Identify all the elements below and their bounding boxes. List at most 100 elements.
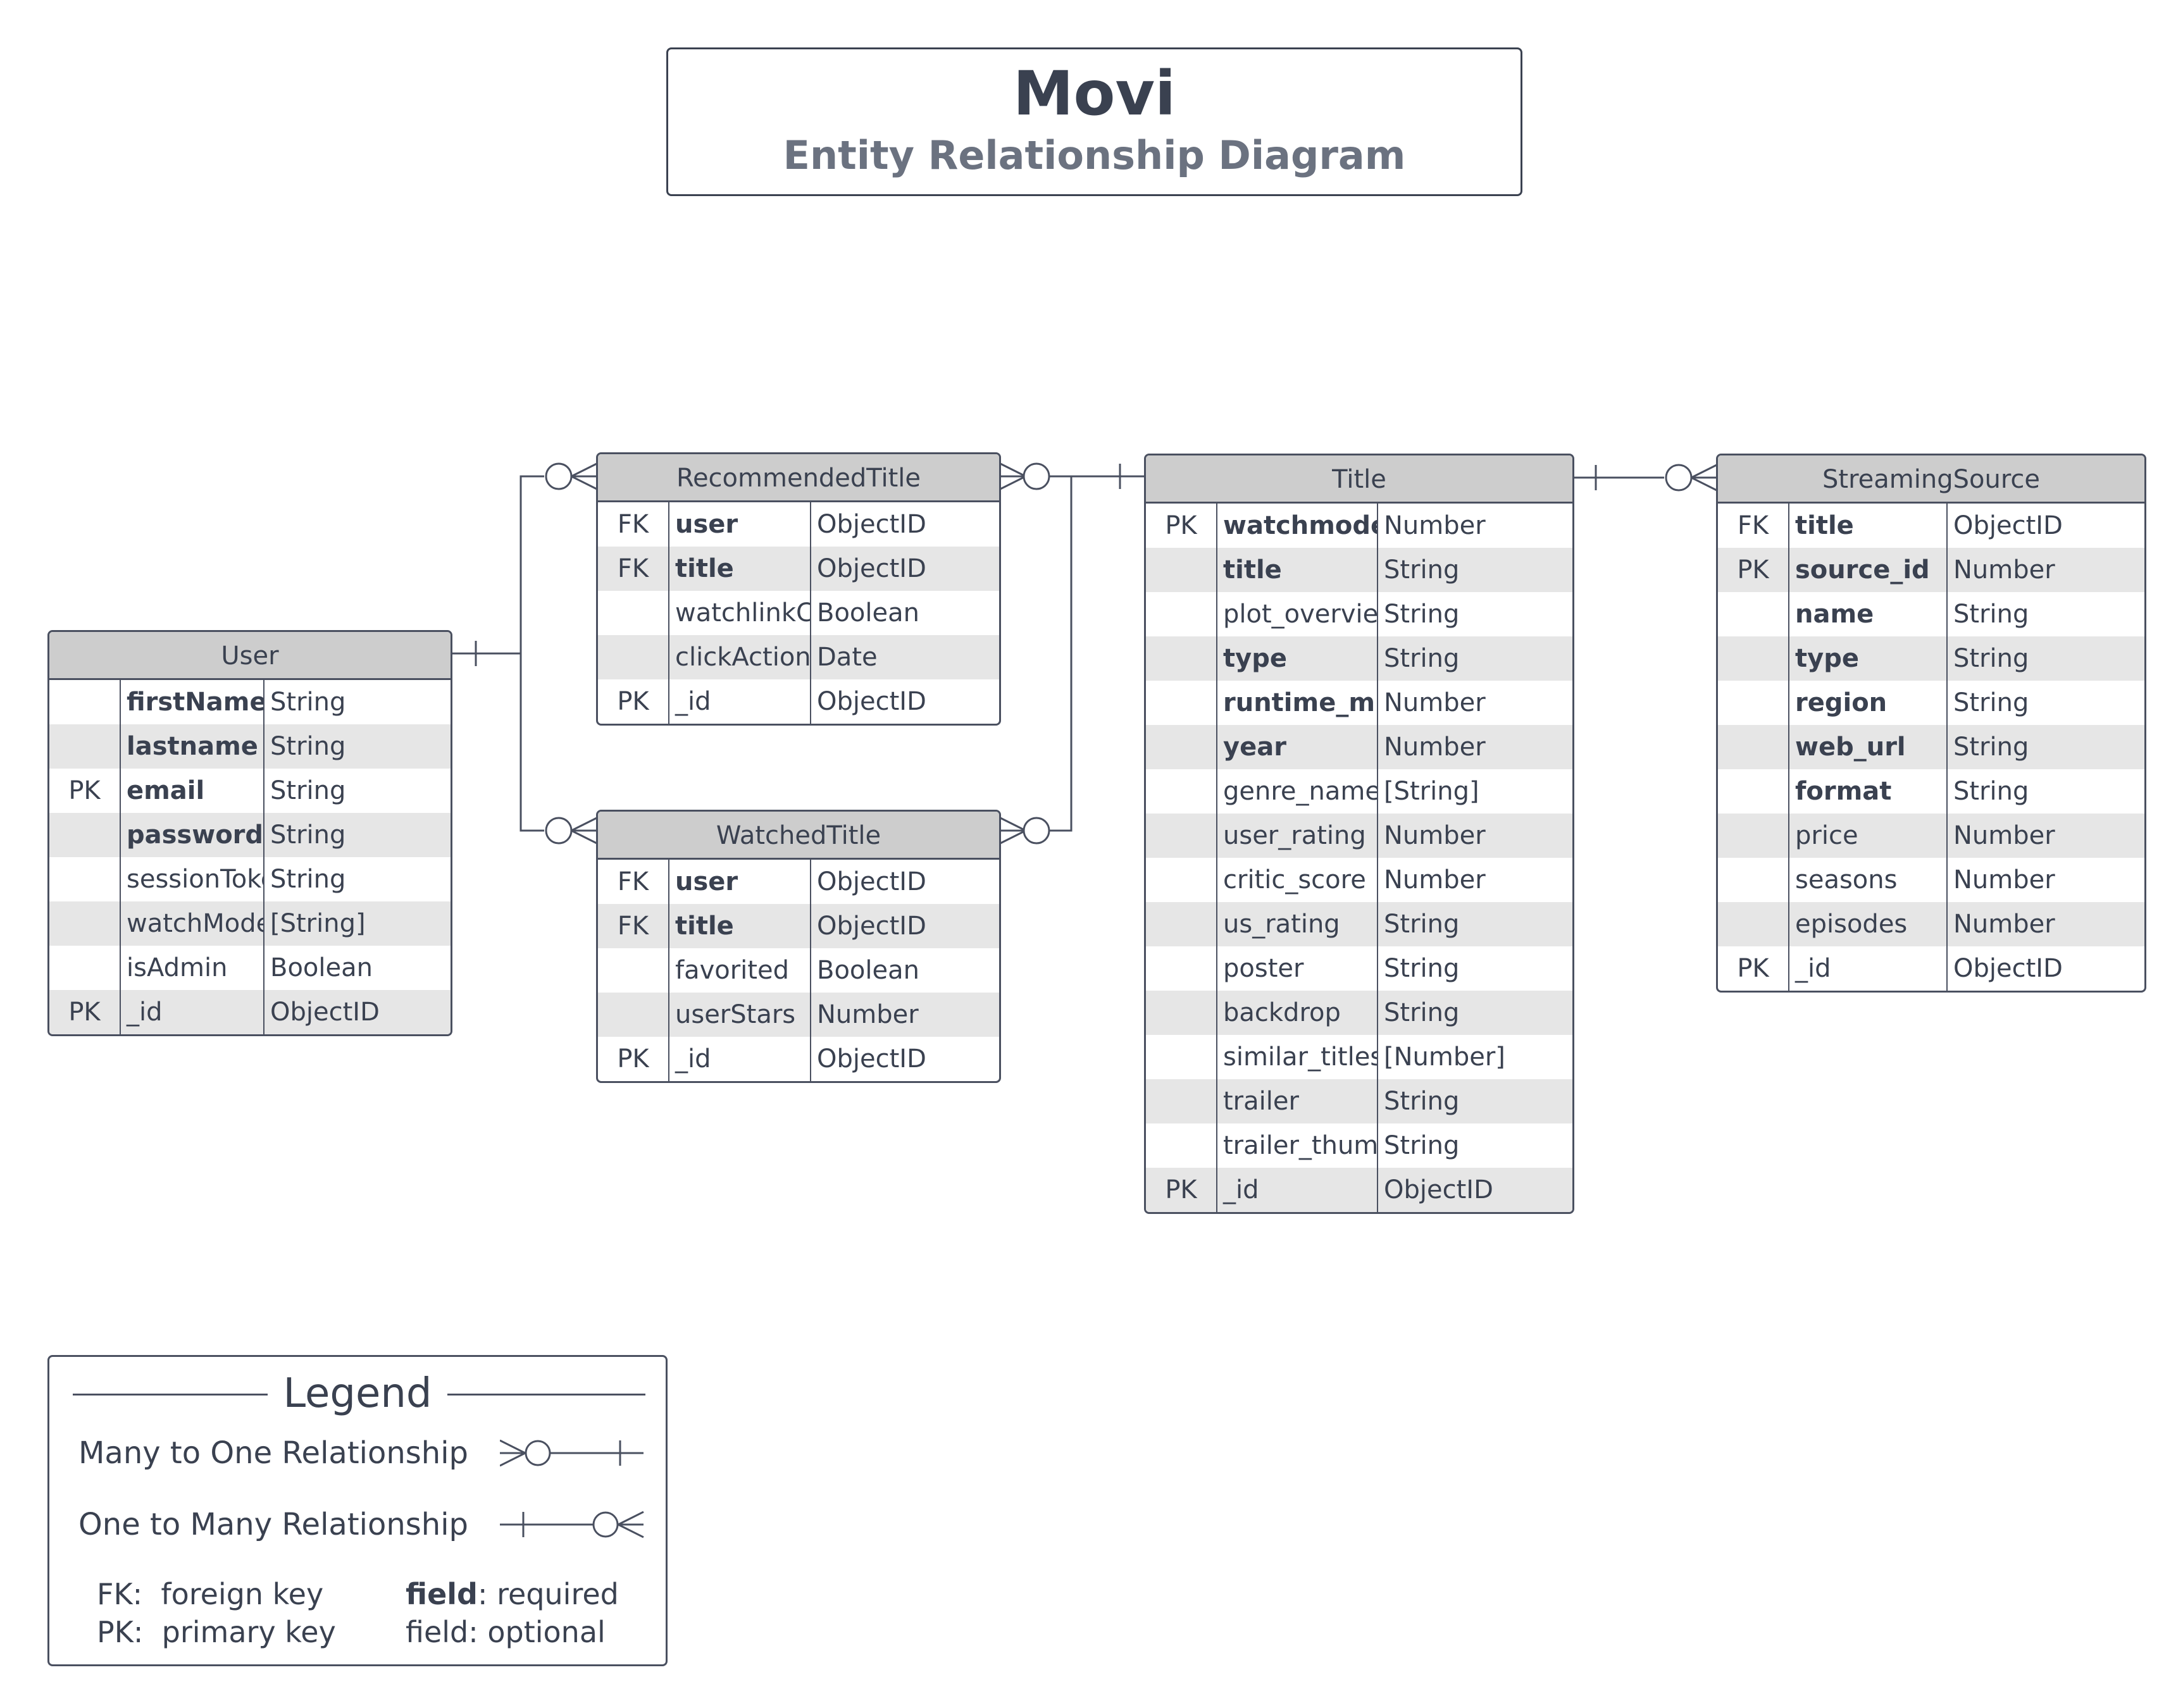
entity-row: type String <box>1146 636 1572 681</box>
field-name-cell: user <box>669 502 811 547</box>
recommended-title-crowfoot <box>1000 462 1026 490</box>
field-type-cell: String <box>1384 998 1460 1027</box>
key-cell <box>598 591 669 635</box>
field-type-cell: [Number] <box>1384 1043 1505 1072</box>
field-name-cell: _id <box>121 990 264 1034</box>
field-name-cell: trailer_thumbnail <box>1217 1123 1378 1168</box>
field-type-cell: String <box>1384 644 1460 673</box>
field-name-cell: genre_names <box>1217 769 1378 814</box>
field-name-cell: clickActionDate <box>669 635 811 679</box>
entity-row: trailer String <box>1146 1079 1572 1123</box>
field-type-cell: String <box>1384 1131 1460 1160</box>
field-name-cell: _id <box>1217 1168 1378 1212</box>
entity-row: PK _id ObjectID <box>1718 946 2144 991</box>
field-type-cell: String <box>1384 600 1460 629</box>
watched-user-zero-circle <box>545 817 573 845</box>
key-cell <box>1718 592 1789 636</box>
field-type-cell: Number <box>1953 555 2055 585</box>
field-type-cell: String <box>270 865 346 894</box>
entity-row: critic_score Number <box>1146 858 1572 902</box>
key-cell <box>1146 902 1217 946</box>
field-name-cell: title <box>1789 504 1948 548</box>
field-name-cell: watchmodeId <box>1217 504 1378 548</box>
field-type-cell: ObjectID <box>1953 511 2063 540</box>
field-name-cell: year <box>1217 725 1378 769</box>
entity-row: title String <box>1146 548 1572 592</box>
legend-required: field: required <box>406 1575 619 1613</box>
field-name-cell: us_rating <box>1217 902 1378 946</box>
key-cell: PK <box>1146 1168 1217 1212</box>
entity-row: year Number <box>1146 725 1572 769</box>
key-cell <box>49 724 121 769</box>
entity-row: FK title ObjectID <box>598 547 999 591</box>
field-name-cell: poster <box>1217 946 1378 991</box>
entity-row: us_rating String <box>1146 902 1572 946</box>
entity-title: TitlePKwatchmodeIdNumbertitleStringplot_… <box>1144 454 1574 1214</box>
field-type-cell: Number <box>1953 821 2055 850</box>
entity-row: isAdmin Boolean <box>49 946 451 990</box>
entity-row: region String <box>1718 681 2144 725</box>
recommended-title-zero-circle <box>1023 462 1050 490</box>
field-type-cell: String <box>270 732 346 761</box>
entity-recommended-title: RecommendedTitle FK user ObjectID FK title Obj… <box>596 452 1001 726</box>
key-cell <box>1146 769 1217 814</box>
field-name-cell: title <box>1217 548 1378 592</box>
field-name-cell: email <box>121 769 264 813</box>
key-cell: FK <box>598 502 669 547</box>
field-type-cell: Number <box>1384 865 1486 894</box>
legend-fk: FK: foreign key <box>97 1575 323 1613</box>
entity-streaming-source: StreamingSource FK title ObjectID PK source_i… <box>1716 454 2146 993</box>
key-cell <box>598 993 669 1037</box>
legend-fk-abbr: FK: <box>97 1577 143 1611</box>
field-type-cell: Boolean <box>817 598 919 628</box>
streaming-title-zero-circle <box>1665 464 1693 492</box>
field-type-cell: Number <box>817 1000 919 1029</box>
key-cell <box>1146 946 1217 991</box>
entity-user: User firstName String lastname String PK email… <box>47 630 452 1036</box>
field-name-cell: format <box>1789 769 1948 814</box>
watched-title-crowfoot <box>1000 817 1026 845</box>
field-name-cell: seasons <box>1789 858 1948 902</box>
entity-row: watchModes[String] <box>49 901 451 946</box>
field-type-cell: String <box>1953 600 2029 629</box>
key-cell <box>1718 725 1789 769</box>
key-cell <box>1146 814 1217 858</box>
entity-header: RecommendedTitle <box>598 454 999 502</box>
field-name-cell: sessionToken <box>121 857 264 901</box>
field-name-cell: favorited <box>669 948 811 993</box>
key-cell <box>1718 858 1789 902</box>
key-cell: PK <box>598 679 669 724</box>
field-type-cell: String <box>270 776 346 805</box>
field-name-cell: watchlinkClicked <box>669 591 811 635</box>
entity-row: PK _id ObjectID <box>598 1037 999 1081</box>
entity-row: seasons Number <box>1718 858 2144 902</box>
field-type-cell: String <box>1384 555 1460 585</box>
watched-title-zero-circle <box>1023 817 1050 845</box>
field-type-cell: String <box>1953 688 2029 717</box>
field-name-cell: price <box>1789 814 1948 858</box>
field-name-cell: trailer <box>1217 1079 1378 1123</box>
field-name-cell: _id <box>669 1037 811 1081</box>
legend-many-to-one-label: Many to One Relationship <box>78 1435 469 1471</box>
field-name-cell: userStars <box>669 993 811 1037</box>
key-cell <box>1146 1123 1217 1168</box>
field-type-cell: Boolean <box>270 953 373 982</box>
entity-row: episodes Number <box>1718 902 2144 946</box>
legend-title: Legend <box>49 1368 666 1419</box>
field-type-cell: ObjectID <box>1384 1175 1493 1204</box>
field-type-cell: [String] <box>270 909 366 938</box>
field-type-cell: [String] <box>1384 777 1479 806</box>
legend-many-to-one-symbol <box>500 1439 644 1467</box>
field-type-cell: Number <box>1953 910 2055 939</box>
key-cell: FK <box>598 547 669 591</box>
entity-row: sessionTokenString <box>49 857 451 901</box>
field-type-cell: String <box>1384 954 1460 983</box>
entity-watched-title: WatchedTitle FK user ObjectID FK title ObjectI… <box>596 810 1001 1083</box>
entity-row: userStars Number <box>598 993 999 1037</box>
legend-pk-desc: primary key <box>161 1615 336 1649</box>
entity-row: PK _id ObjectID <box>598 679 999 724</box>
field-type-cell: ObjectID <box>817 1044 926 1074</box>
key-cell <box>1718 769 1789 814</box>
entity-row: PK _id ObjectID <box>49 990 451 1034</box>
entity-row: trailer_thumbnailString <box>1146 1123 1572 1168</box>
